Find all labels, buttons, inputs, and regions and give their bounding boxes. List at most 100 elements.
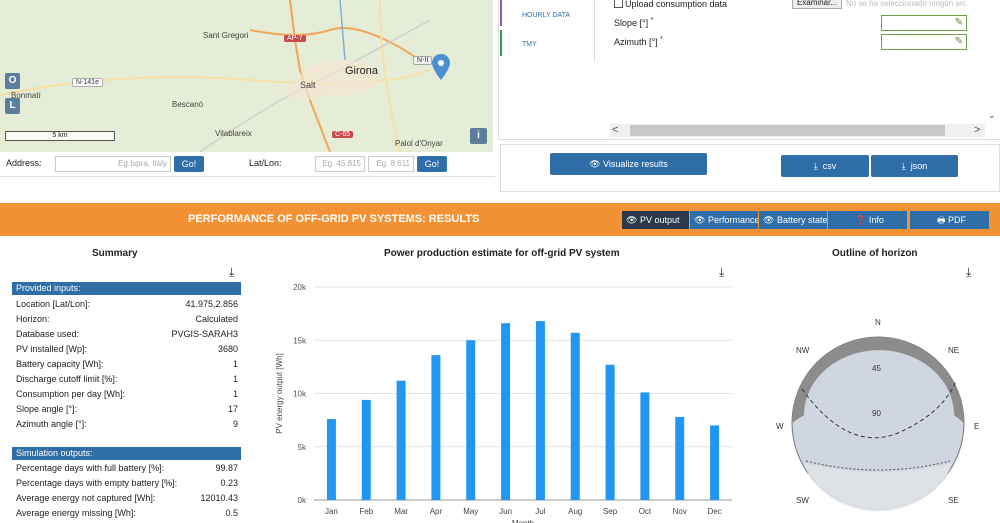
map[interactable]: Sant Gregori Girona Salt Bonmatí Bescanó… — [0, 0, 493, 152]
x-tick-label: May — [463, 507, 478, 516]
x-tick-label: Aug — [568, 507, 582, 516]
map-button-l[interactable]: L — [5, 98, 20, 114]
tab-performance[interactable]: 👁 Performance — [690, 211, 758, 229]
x-tick-label: Oct — [639, 507, 652, 516]
x-tick-label: Mar — [394, 507, 408, 516]
horizon-download-icon[interactable]: ⤓ — [966, 265, 971, 280]
x-tick-label: Jun — [499, 507, 512, 516]
chart-download-icon[interactable]: ⤓ — [719, 265, 724, 280]
map-label-vilablareix: Vilablareix — [215, 129, 252, 138]
address-label: Address: — [6, 158, 42, 168]
summary-row: Discharge cutoff limit [%]: 1 — [16, 374, 238, 389]
summary-title: Summary — [92, 248, 138, 259]
latlon-go-button[interactable]: Go! — [417, 156, 447, 172]
row-key: Discharge cutoff limit [%]: — [16, 374, 118, 384]
azimuth-input[interactable]: ✎ — [881, 34, 967, 50]
compass-label-w: W — [776, 422, 784, 431]
row-key: Azimuth angle [°]: — [16, 419, 87, 429]
compass-label-sw: SW — [796, 496, 809, 505]
chart-title: Power production estimate for off-grid P… — [384, 248, 620, 259]
scrollbar-thumb[interactable] — [630, 125, 945, 136]
x-tick-label: Apr — [430, 507, 443, 516]
map-label-girona: Girona — [345, 65, 379, 77]
summary-download-icon[interactable]: ⤓ — [229, 265, 234, 280]
bar-mar — [396, 380, 406, 500]
row-key: Slope angle [°]: — [16, 404, 78, 414]
bar-jul — [535, 321, 545, 500]
panel-divider — [594, 0, 595, 62]
road-ap7: AP-7 — [284, 35, 306, 42]
tab-marker-tmy — [500, 30, 502, 56]
edit-icon: ✎ — [954, 36, 963, 47]
map-info-button[interactable]: i — [470, 128, 487, 144]
tab-battery-state[interactable]: 👁 Battery state — [759, 211, 827, 229]
scroll-down-icon[interactable]: ⌄ — [988, 110, 996, 121]
ring-label: 90 — [872, 409, 881, 418]
tab-marker-hourly — [500, 0, 502, 26]
row-value: PVGIS-SARAH3 — [171, 329, 238, 339]
lat-input[interactable]: Eg. 45.815 — [315, 156, 365, 172]
bar-may — [466, 340, 476, 500]
row-value: 0.23 — [220, 478, 238, 488]
bar-oct — [640, 392, 650, 500]
map-button-o[interactable]: O — [5, 73, 20, 89]
row-value: 1 — [232, 389, 238, 399]
summary-row: Azimuth angle [°]: 9 — [16, 419, 238, 434]
visualize-results-button[interactable]: 👁 Visualize results — [550, 153, 707, 175]
x-axis-label: Month — [512, 519, 534, 523]
summary-row: Consumption per day [Wh]: 1 — [16, 389, 238, 404]
browse-button[interactable]: Examinar... — [792, 0, 842, 9]
map-label-bescano: Bescanó — [172, 100, 204, 109]
map-marker-icon[interactable] — [432, 54, 450, 80]
divider — [0, 176, 495, 177]
address-input[interactable]: Eg.Ispra, Italy — [55, 156, 171, 172]
bar-apr — [431, 355, 441, 500]
row-value: 41.975,2.856 — [185, 299, 238, 309]
csv-download-button[interactable]: ⤓ csv — [781, 155, 869, 177]
x-tick-label: Dec — [707, 507, 721, 516]
slope-input[interactable]: ✎ — [881, 15, 967, 31]
compass-label-se: SE — [948, 496, 959, 505]
row-key: Average energy missing [Wh]: — [16, 508, 136, 518]
upload-checkbox[interactable] — [614, 0, 623, 8]
map-scale: 5 km — [5, 131, 115, 141]
bar-chart: 0k 5k 10k 15k 20k Jan Feb Mar Apr May Jun Jul Aug Sep… — [275, 283, 732, 523]
json-download-button[interactable]: ⤓ json — [871, 155, 958, 177]
map-label-sant-gregori: Sant Gregori — [203, 31, 249, 40]
horizon-title: Outline of horizon — [832, 248, 918, 259]
inputs-header: Provided inputs: — [12, 282, 241, 295]
compass-label-nw: NW — [796, 346, 810, 355]
results-title: PERFORMANCE OF OFF-GRID PV SYSTEMS: RESU… — [188, 213, 480, 225]
address-go-button[interactable]: Go! — [174, 156, 204, 172]
scroll-left-icon[interactable]: < — [612, 124, 618, 136]
download-icon: ⤓ — [813, 161, 818, 171]
tab-hourly-data[interactable]: HOURLY DATA — [522, 12, 570, 19]
tab-pv-output[interactable]: 👁 PV output — [622, 211, 689, 229]
slope-label: Slope [°] * — [614, 17, 654, 28]
y-axis-label: PV energy output [Wh] — [275, 353, 284, 434]
download-icon: ⤓ — [901, 161, 906, 171]
bar-feb — [361, 399, 371, 500]
row-key: Location [Lat/Lon]: — [16, 299, 91, 309]
summary-row: Percentage days with empty battery [%]: 0… — [16, 478, 238, 493]
row-value: Calculated — [195, 314, 238, 324]
row-key: Battery capacity [Wh]: — [16, 359, 104, 369]
horizon-chart: 4590NNEESESSWWNW — [776, 318, 979, 523]
info-button[interactable]: ❓ Info — [828, 211, 907, 229]
bar-aug — [570, 332, 580, 500]
y-tick-label: 10k — [293, 390, 307, 399]
summary-row: Horizon: Calculated — [16, 314, 238, 329]
tab-tmy[interactable]: TMY — [522, 41, 537, 48]
pdf-button[interactable]: 🖶 PDF — [910, 211, 989, 229]
lon-input[interactable]: Eg. 8.611 — [368, 156, 414, 172]
road-c65: C-65 — [332, 131, 354, 138]
x-tick-label: Jan — [325, 507, 338, 516]
x-tick-label: Sep — [603, 507, 618, 516]
row-value: 3680 — [217, 344, 238, 354]
y-tick-label: 5k — [298, 443, 307, 452]
y-tick-label: 15k — [293, 336, 307, 345]
summary-row: Location [Lat/Lon]: 41.975,2.856 — [16, 299, 238, 314]
compass-label-e: E — [974, 422, 979, 431]
bar-sep — [605, 364, 615, 500]
scroll-right-icon[interactable]: > — [974, 124, 980, 136]
